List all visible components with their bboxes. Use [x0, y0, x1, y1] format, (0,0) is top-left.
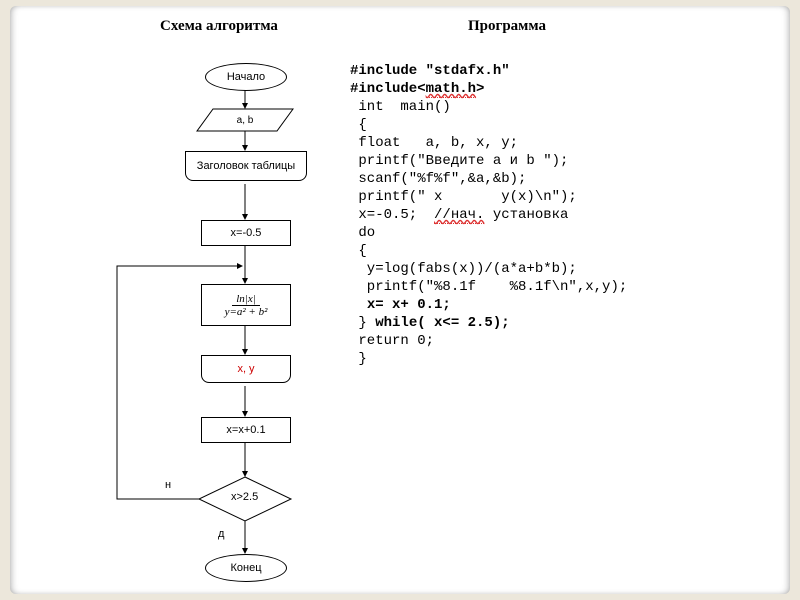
node-input: a, b	[223, 111, 267, 129]
flowchart-connectors	[105, 61, 345, 596]
branch-no: н	[165, 479, 171, 491]
node-step: x=x+0.1	[201, 417, 291, 443]
node-end: Конец	[205, 554, 287, 582]
node-table-header: Заголовок таблицы	[185, 151, 307, 181]
program-code: #include "stdafx.h" #include<math.h> int…	[350, 62, 780, 368]
page-sheet: Схема алгоритма Программа #include "stda…	[10, 6, 790, 594]
heading-program: Программа	[468, 18, 546, 35]
decision-text: x>2.5	[231, 491, 258, 503]
heading-flowchart: Схема алгоритма	[160, 18, 278, 35]
node-output: x, y	[201, 355, 291, 383]
node-init: x=-0.5	[201, 220, 291, 246]
flowchart: Начало a, b Заголовок таблицы x=-0.5 ln|…	[105, 61, 345, 591]
branch-yes: д	[218, 528, 224, 540]
node-formula: ln|x| y=a² + b²	[201, 284, 291, 326]
node-start: Начало	[205, 63, 287, 91]
